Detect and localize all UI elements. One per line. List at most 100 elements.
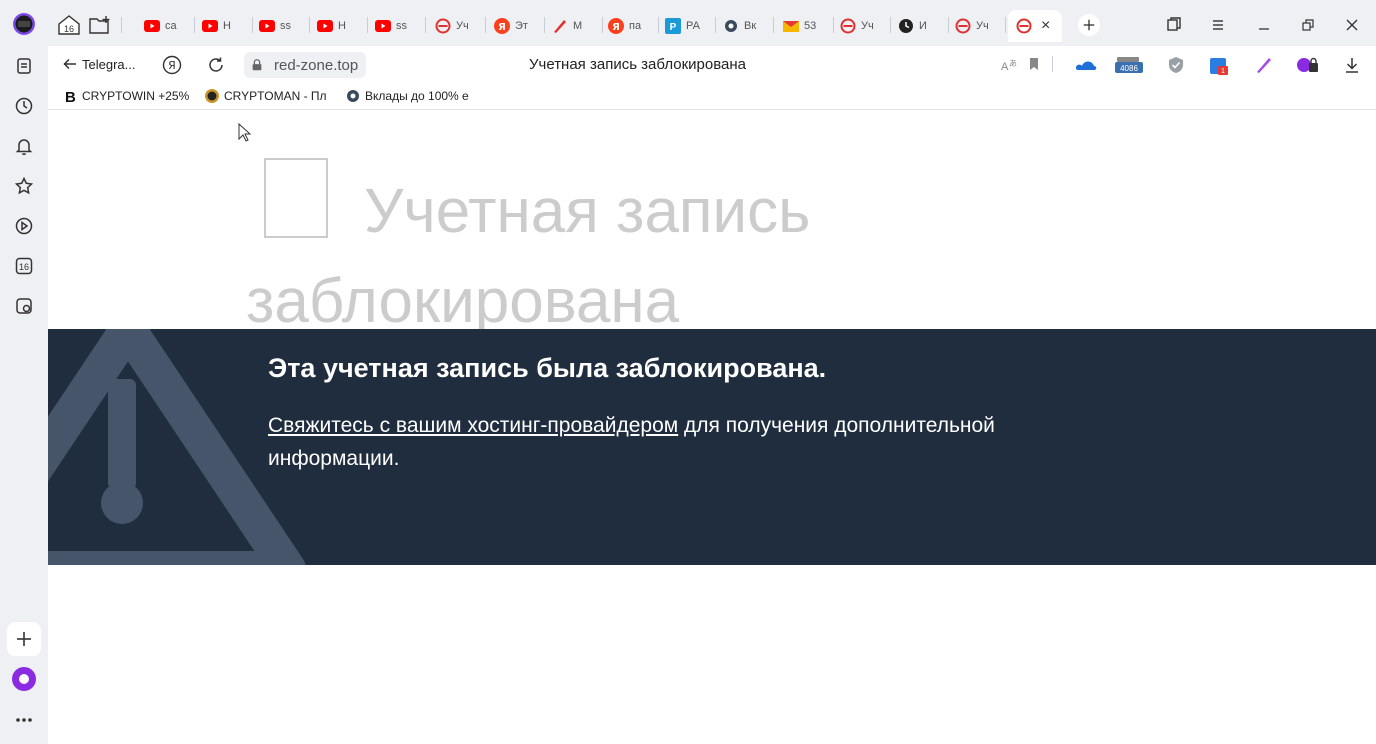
page-content: Учетная запись заблокирована Эта учетная… xyxy=(48,110,1376,744)
tab[interactable]: 53 xyxy=(783,10,827,42)
reload-icon[interactable] xyxy=(206,55,226,75)
new-tab-button[interactable] xyxy=(1078,14,1100,36)
tab[interactable]: Я Эт xyxy=(494,10,538,42)
blocked-site-icon xyxy=(1016,18,1032,34)
menu-icon[interactable] xyxy=(1210,17,1226,33)
p-icon: P xyxy=(665,18,681,34)
more-options-icon[interactable] xyxy=(12,708,36,732)
home-counter-icon[interactable]: 16 xyxy=(56,13,82,37)
tab[interactable]: H xyxy=(202,10,246,42)
tab-strip: 16 ca Hss Hss Уч Я Эт М Япа P РА Вк 53 Уч И Уч × xyxy=(48,0,1376,46)
profile-avatar-icon[interactable] xyxy=(12,12,36,36)
extension-badge-label: 4086 xyxy=(1120,64,1138,73)
tab-label: Эт xyxy=(515,20,528,32)
add-panel-button[interactable] xyxy=(7,622,41,656)
blocked-site-icon xyxy=(435,18,451,34)
youtube-icon xyxy=(259,18,275,34)
lock-extension-icon[interactable] xyxy=(1296,55,1320,75)
active-tab[interactable]: × xyxy=(1008,10,1062,42)
tab-separator xyxy=(194,17,195,33)
contact-hosting-link[interactable]: Свяжитесь с вашим хостинг-провайдером xyxy=(268,414,678,437)
youtube-icon xyxy=(144,18,160,34)
tab-separator xyxy=(367,17,368,33)
url-field[interactable]: red-zone.top xyxy=(244,52,367,78)
alice-assistant-icon[interactable] xyxy=(12,667,36,691)
minimize-icon[interactable] xyxy=(1256,17,1272,33)
close-tab-icon[interactable]: × xyxy=(1041,17,1050,35)
bookmark-item[interactable]: CRYPTOMAN - Пл xyxy=(204,88,334,104)
tab[interactable]: Япа xyxy=(608,10,652,42)
shield-icon[interactable] xyxy=(1166,55,1186,75)
youtube-icon xyxy=(317,18,333,34)
youtube-icon xyxy=(375,18,391,34)
tab[interactable]: P РА xyxy=(665,10,709,42)
tab-label: Вк xyxy=(744,20,757,32)
bookmark-item[interactable]: Вклады до 100% е xyxy=(345,88,475,104)
browser-sidebar: 16 xyxy=(0,0,48,744)
new-tab-group-icon[interactable] xyxy=(88,14,112,36)
tab[interactable]: ca xyxy=(144,10,188,42)
download-icon[interactable] xyxy=(1342,55,1362,75)
broken-image-icon xyxy=(264,158,328,238)
tab-label: ca xyxy=(165,20,177,32)
url-domain: red-zone.top xyxy=(274,56,359,74)
tab[interactable]: Уч xyxy=(840,10,884,42)
tab[interactable]: Уч xyxy=(955,10,999,42)
tab-separator xyxy=(544,17,545,33)
tab-label: па xyxy=(629,20,642,32)
tab[interactable]: М xyxy=(552,10,596,42)
mail-icon xyxy=(783,18,799,34)
tab[interactable]: Уч xyxy=(435,10,479,42)
tab-label: И xyxy=(919,20,927,32)
tab-label: Уч xyxy=(861,20,874,32)
tab-separator xyxy=(485,17,486,33)
lock-icon xyxy=(252,59,262,71)
notifications-bell-icon[interactable] xyxy=(12,134,36,158)
page-heading: Учетная запись заблокирована xyxy=(246,158,1006,347)
bookmarks-star-icon[interactable] xyxy=(12,174,36,198)
back-button[interactable]: Telegra... xyxy=(62,56,135,72)
tab[interactable]: ss xyxy=(259,10,303,42)
screenshot-icon[interactable] xyxy=(12,294,36,318)
tab-separator xyxy=(252,17,253,33)
tab[interactable]: И xyxy=(898,10,942,42)
svg-text:B: B xyxy=(65,89,76,104)
clock-icon xyxy=(898,18,914,34)
close-window-icon[interactable] xyxy=(1344,17,1360,33)
media-play-icon[interactable] xyxy=(12,214,36,238)
tab[interactable]: H xyxy=(317,10,361,42)
tabs-panel-icon[interactable] xyxy=(1166,16,1182,32)
yandex-icon: Я xyxy=(608,18,624,34)
back-arrow-icon xyxy=(63,58,76,70)
pen-extension-icon[interactable] xyxy=(1254,55,1274,75)
tab-separator xyxy=(773,17,774,33)
tab-label: H xyxy=(338,20,346,32)
svg-text:P: P xyxy=(670,22,677,33)
tab-label: Уч xyxy=(976,20,989,32)
blocked-site-icon xyxy=(840,18,856,34)
tab[interactable]: Вк xyxy=(723,10,767,42)
counter-extension-icon[interactable]: 4086 xyxy=(1114,55,1144,75)
toolbar-separator xyxy=(1052,56,1053,72)
youtube-icon xyxy=(202,18,218,34)
calendar-extension-icon[interactable]: 1 xyxy=(1208,55,1230,77)
translate-icon[interactable]: Aあ xyxy=(1000,56,1018,74)
banner-text: Свяжитесь с вашим хостинг-провайдером дл… xyxy=(268,409,1068,475)
collections-icon[interactable] xyxy=(12,54,36,78)
cloud-extension-icon[interactable] xyxy=(1074,56,1098,72)
bookmark-item[interactable]: B CRYPTOWIN +25% xyxy=(64,88,192,104)
tab-separator xyxy=(425,17,426,33)
page-title-in-bar: Учетная запись заблокирована xyxy=(529,56,746,73)
bookmark-label: Вклады до 100% е xyxy=(365,89,469,103)
history-icon[interactable] xyxy=(12,94,36,118)
bookmark-label: CRYPTOWIN +25% xyxy=(82,89,190,103)
tab-counter-icon[interactable]: 16 xyxy=(12,254,36,278)
svg-text:1: 1 xyxy=(1221,68,1225,75)
svg-text:A: A xyxy=(1001,61,1009,73)
restore-window-icon[interactable] xyxy=(1300,17,1316,33)
bookmark-page-icon[interactable] xyxy=(1026,56,1042,72)
mouse-cursor-icon xyxy=(238,123,252,142)
tab[interactable]: ss xyxy=(375,10,419,42)
yandex-logo-icon[interactable]: Я xyxy=(162,55,182,75)
tab-label: Уч xyxy=(456,20,469,32)
